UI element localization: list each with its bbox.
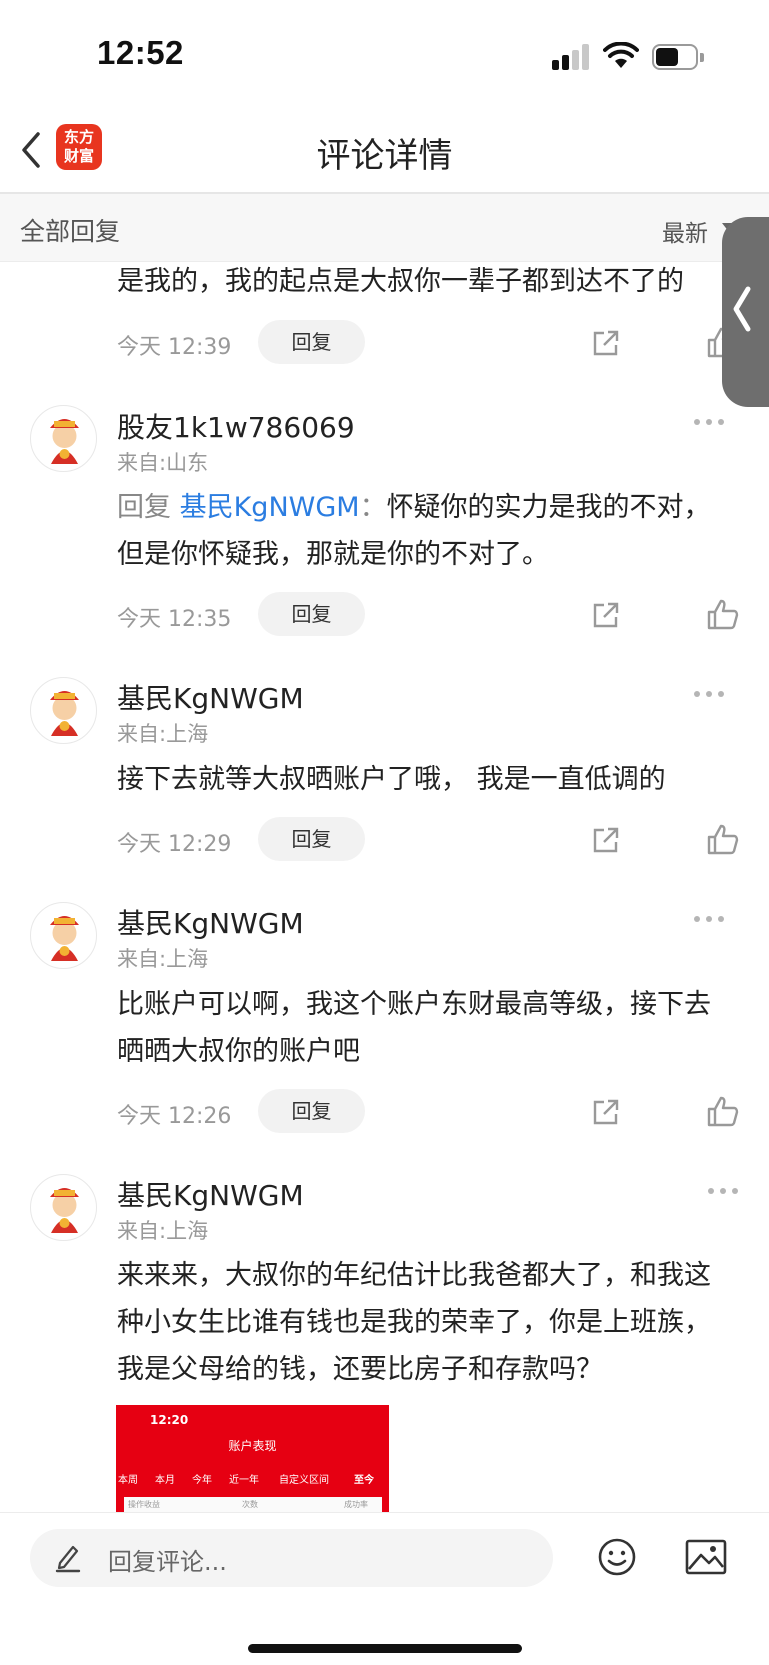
location-label: 来自:上海: [117, 1219, 209, 1243]
comment-body: 来来来，大叔你的年纪估计比我爸都大了，和我这种小女生比谁有钱也是我的荣幸了，你是…: [117, 1260, 711, 1385]
reply-button[interactable]: 回复: [258, 1089, 365, 1133]
battery-icon: [652, 44, 704, 70]
share-icon[interactable]: [590, 1096, 622, 1128]
more-options-icon[interactable]: [694, 419, 726, 427]
image-strip-count: 次数: [242, 1500, 258, 1509]
avatar[interactable]: [30, 1174, 97, 1241]
share-icon[interactable]: [590, 327, 622, 359]
image-tab: 近一年: [229, 1475, 259, 1486]
cellular-signal-icon: [552, 44, 592, 70]
reply-prefix: 回复: [117, 492, 180, 523]
chevron-left-icon: [733, 286, 751, 332]
avatar[interactable]: [30, 405, 97, 472]
comment-time: 今天 12:26: [117, 1104, 232, 1129]
header: 东方 财富 评论详情: [0, 110, 769, 192]
replies-subheader: 全部回复 最新: [0, 194, 769, 262]
image-strip-rate: 成功率: [344, 1500, 368, 1509]
share-icon[interactable]: [590, 824, 622, 856]
sort-dropdown[interactable]: 最新: [662, 214, 708, 248]
home-indicator: [248, 1644, 522, 1653]
all-replies-title: 全部回复: [20, 217, 121, 246]
image-data-strip: 操作收益 次数 成功率: [124, 1497, 382, 1513]
more-options-icon[interactable]: [694, 916, 726, 924]
like-icon[interactable]: [706, 822, 740, 856]
image-tab: 本月: [155, 1475, 175, 1486]
username[interactable]: 基民KgNWGM: [117, 1174, 304, 1214]
image-tab: 本周: [118, 1475, 138, 1486]
share-icon[interactable]: [590, 599, 622, 631]
more-options-icon[interactable]: [708, 1188, 740, 1196]
username[interactable]: 股友1k1w786069: [117, 406, 355, 446]
comment-time: 今天 12:39: [117, 335, 232, 360]
comment-time: 今天 12:35: [117, 607, 232, 632]
comment-text: 回复 基民KgNWGM：怀疑你的实力是我的不对，但是你怀疑我，那就是你的不对了。: [117, 484, 737, 578]
image-strip-label: 操作收益: [128, 1500, 160, 1509]
image-title: 账户表现: [228, 1439, 277, 1453]
location-label: 来自:上海: [117, 947, 209, 971]
status-time: 12:52: [97, 34, 184, 71]
pencil-icon: [55, 1545, 81, 1573]
image-tab: 至今: [354, 1475, 374, 1486]
like-icon[interactable]: [706, 1094, 740, 1128]
attached-image[interactable]: 12:20 账户表现 本周 本月 今年 近一年 自定义区间 至今 操作收益 次数…: [116, 1405, 389, 1513]
image-tab: 今年: [192, 1475, 212, 1486]
username[interactable]: 基民KgNWGM: [117, 677, 304, 717]
wifi-icon: [603, 42, 639, 68]
image-tabs: 本周 本月 今年 近一年 自定义区间 至今: [116, 1471, 389, 1489]
location-label: 来自:山东: [117, 451, 209, 475]
reply-button[interactable]: 回复: [258, 320, 365, 364]
avatar[interactable]: [30, 902, 97, 969]
status-bar: 12:52: [0, 0, 769, 110]
location-label: 来自:上海: [117, 722, 209, 746]
page-title: 评论详情: [316, 136, 453, 176]
partial-comment-text: 是我的，我的起点是大叔你一辈子都到达不了的: [117, 266, 684, 297]
emoji-icon[interactable]: [597, 1537, 637, 1577]
mention-link[interactable]: 基民KgNWGM: [180, 492, 360, 523]
side-panel-handle[interactable]: [722, 217, 769, 407]
reply-input[interactable]: 回复评论...: [30, 1529, 553, 1587]
reply-button[interactable]: 回复: [258, 592, 365, 636]
image-upload-icon[interactable]: [685, 1539, 727, 1575]
username[interactable]: 基民KgNWGM: [117, 902, 304, 942]
comment-time: 今天 12:29: [117, 832, 232, 857]
reply-placeholder: 回复评论...: [108, 1548, 227, 1576]
image-tab: 自定义区间: [279, 1475, 329, 1486]
reply-separator: ：: [359, 492, 387, 523]
image-status-time: 12:20: [150, 1413, 189, 1427]
reply-button[interactable]: 回复: [258, 817, 365, 861]
more-options-icon[interactable]: [694, 691, 726, 699]
comment-body: 比账户可以啊，我这个账户东财最高等级，接下去晒晒大叔你的账户吧: [117, 989, 711, 1067]
bottom-reply-bar: 回复评论...: [0, 1512, 769, 1665]
like-icon[interactable]: [706, 597, 740, 631]
comment-body: 接下去就等大叔晒账户了哦， 我是一直低调的: [117, 764, 666, 795]
avatar[interactable]: [30, 677, 97, 744]
